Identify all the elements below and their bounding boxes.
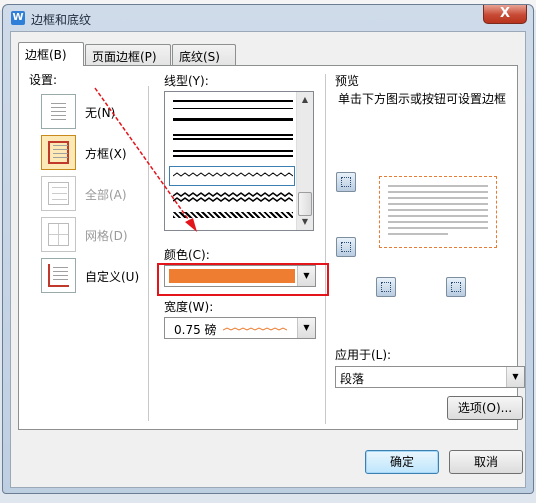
annotation-highlight-box: [157, 263, 329, 296]
top-border-button[interactable]: [336, 172, 356, 192]
width-value: 0.75 磅: [174, 323, 217, 337]
top-border-icon: [341, 177, 351, 187]
tab-borders[interactable]: 边框(B): [18, 42, 84, 66]
settings-label: 设置:: [29, 73, 58, 87]
left-border-button[interactable]: [376, 277, 396, 297]
width-select[interactable]: 0.75 磅 ▼: [164, 317, 316, 339]
close-button[interactable]: X: [483, 5, 527, 24]
border-shading-dialog: W 边框和底纹 X 边框(B) 页面边框(P) 底纹(S) 设置: 无(N) 方…: [2, 4, 534, 494]
dialog-title: 边框和底纹: [31, 13, 92, 27]
preview-label: 预览: [335, 74, 360, 88]
border-preview[interactable]: [379, 176, 497, 248]
annotation-arrow: [94, 87, 197, 232]
cancel-button[interactable]: 取消: [449, 450, 523, 474]
bottom-border-button[interactable]: [336, 237, 356, 257]
borders-panel: 设置: 无(N) 方框(X) 全部(A) 网格(D) 自定义(U) 线型(Y):…: [18, 65, 525, 430]
preview-hint: 单击下方图示或按钮可设置边框: [338, 92, 507, 106]
border-none-icon: [41, 94, 76, 129]
ok-button[interactable]: 确定: [365, 450, 439, 474]
apply-to-dropdown-icon[interactable]: ▼: [506, 367, 524, 387]
apply-to-label: 应用于(L):: [335, 348, 392, 362]
border-box-icon: [41, 135, 76, 170]
wps-app-icon: W: [11, 11, 25, 25]
line-style-scrollbar[interactable]: ▲ ▼: [296, 92, 313, 230]
apply-to-select[interactable]: 段落 ▼: [335, 366, 525, 388]
tab-page-border[interactable]: 页面边框(P): [85, 44, 171, 65]
width-label: 宽度(W):: [164, 300, 214, 314]
color-label: 颜色(C):: [164, 248, 210, 262]
scroll-up-icon[interactable]: ▲: [297, 92, 313, 108]
apply-to-value: 段落: [340, 372, 365, 386]
width-dropdown-icon[interactable]: ▼: [297, 318, 315, 338]
tab-shading[interactable]: 底纹(S): [172, 44, 236, 65]
border-grid-icon: [41, 217, 76, 252]
options-button[interactable]: 选项(O)...: [447, 396, 523, 420]
scroll-down-icon[interactable]: ▼: [297, 214, 313, 230]
title-bar: W 边框和底纹 X: [3, 5, 533, 31]
scroll-thumb[interactable]: [298, 192, 312, 216]
left-border-icon: [381, 282, 391, 292]
dialog-client: 边框(B) 页面边框(P) 底纹(S) 设置: 无(N) 方框(X) 全部(A)…: [10, 31, 526, 488]
width-wavy-sample: [223, 327, 287, 331]
right-border-button[interactable]: [446, 277, 466, 297]
right-border-icon: [451, 282, 461, 292]
bottom-border-icon: [341, 242, 351, 252]
setting-custom-label: 自定义(U): [85, 270, 140, 284]
border-custom-icon: [41, 258, 76, 293]
divider-right: [325, 74, 326, 424]
border-all-icon: [41, 176, 76, 211]
